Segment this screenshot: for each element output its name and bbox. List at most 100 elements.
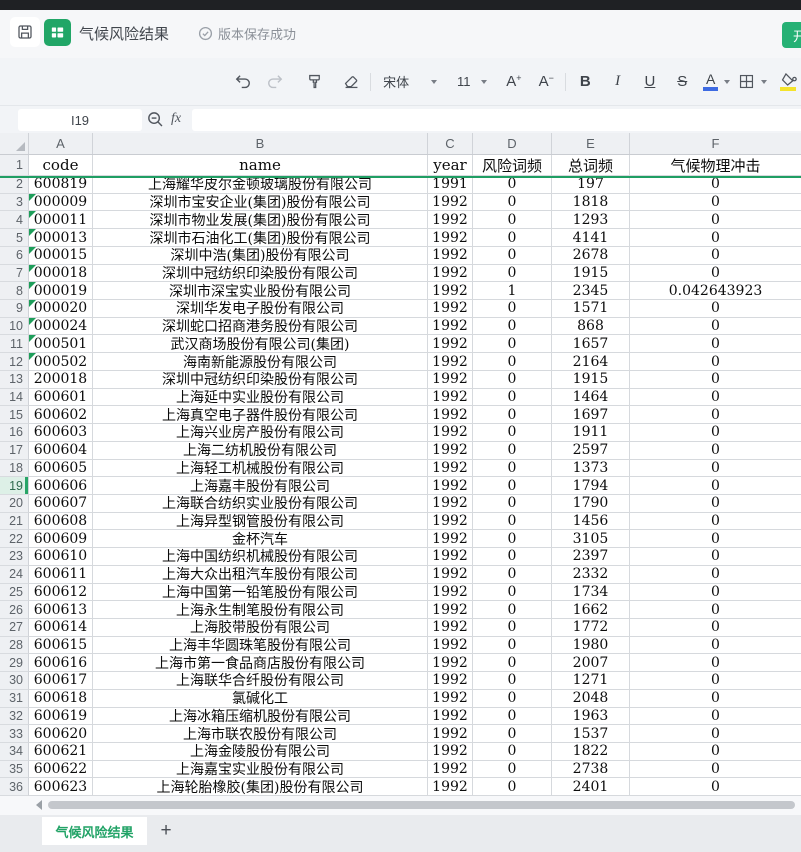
row-header-28[interactable]: 28 bbox=[0, 636, 29, 655]
cell-total[interactable]: 1911 bbox=[552, 424, 630, 442]
cell-total[interactable]: 2007 bbox=[552, 654, 630, 673]
row-header-36[interactable]: 36 bbox=[0, 778, 29, 797]
cell-name[interactable]: 深圳市宝安企业(集团)股份有限公司 bbox=[93, 193, 428, 212]
cell-total[interactable]: 2332 bbox=[552, 565, 630, 584]
cell-total[interactable]: 1915 bbox=[552, 264, 630, 283]
cell-name[interactable]: 深圳市石油化工(集团)股份有限公司 bbox=[93, 229, 428, 247]
format-painter-button[interactable] bbox=[301, 69, 327, 95]
row-header-23[interactable]: 23 bbox=[0, 548, 29, 566]
cell-year[interactable]: 1992 bbox=[428, 211, 473, 230]
cell-risk[interactable]: 0 bbox=[473, 778, 552, 797]
cell-code[interactable]: 600608 bbox=[29, 512, 93, 531]
cell-risk[interactable]: 0 bbox=[473, 459, 552, 478]
cell-risk[interactable]: 0 bbox=[473, 654, 552, 673]
cell-code[interactable]: 600607 bbox=[29, 494, 93, 513]
cell-code[interactable]: 600609 bbox=[29, 530, 93, 549]
increase-font-button[interactable]: A + bbox=[501, 69, 527, 95]
cell-year[interactable]: 1992 bbox=[428, 264, 473, 283]
row-header-5[interactable]: 5 bbox=[0, 229, 29, 247]
cell-year[interactable]: 1992 bbox=[428, 477, 473, 495]
cell-code[interactable]: 600622 bbox=[29, 760, 93, 779]
cell-year[interactable]: 1992 bbox=[428, 424, 473, 442]
row-header-27[interactable]: 27 bbox=[0, 618, 29, 637]
cell-impact[interactable]: 0 bbox=[630, 247, 801, 265]
row-header-33[interactable]: 33 bbox=[0, 725, 29, 743]
cell-total[interactable]: 2678 bbox=[552, 246, 630, 265]
row-header-11[interactable]: 11 bbox=[0, 335, 29, 354]
row-header-31[interactable]: 31 bbox=[0, 689, 29, 708]
cell-year[interactable]: 1992 bbox=[428, 282, 473, 301]
select-all-corner[interactable] bbox=[0, 133, 29, 154]
cell-impact[interactable]: 0 bbox=[630, 584, 801, 602]
cell-impact[interactable]: 0 bbox=[630, 176, 801, 194]
cell-risk[interactable]: 0 bbox=[473, 743, 552, 761]
cell-code[interactable]: 600615 bbox=[29, 636, 93, 655]
cell-name[interactable]: 氯碱化工 bbox=[93, 689, 428, 708]
cell-total[interactable]: 2164 bbox=[552, 353, 630, 371]
cell-year[interactable]: 1992 bbox=[428, 672, 473, 690]
cell-impact[interactable]: 0 bbox=[630, 335, 801, 354]
cell-impact[interactable]: 0 bbox=[630, 619, 801, 637]
cell-name[interactable]: 上海耀华皮尔金顿玻璃股份有限公司 bbox=[93, 176, 428, 194]
cell-impact[interactable]: 0 bbox=[630, 672, 801, 690]
cell-risk[interactable]: 0 bbox=[473, 424, 552, 442]
cell-name[interactable]: 上海延中实业股份有限公司 bbox=[93, 388, 428, 407]
cell-risk[interactable]: 0 bbox=[473, 725, 552, 743]
row-header-29[interactable]: 29 bbox=[0, 654, 29, 673]
font-name-select[interactable]: 宋体 bbox=[377, 69, 443, 95]
cell-code[interactable]: 600601 bbox=[29, 388, 93, 407]
cell-impact[interactable]: 0 bbox=[630, 654, 801, 673]
cell-year[interactable]: 1992 bbox=[428, 689, 473, 708]
cell-code[interactable]: 600616 bbox=[29, 654, 93, 673]
cell-risk[interactable]: 0 bbox=[473, 548, 552, 566]
cell-total[interactable]: 1662 bbox=[552, 601, 630, 619]
cell-name[interactable]: 上海轻工机械股份有限公司 bbox=[93, 459, 428, 478]
column-header-D[interactable]: D bbox=[473, 133, 552, 154]
cell-code[interactable]: 000011 bbox=[29, 211, 93, 230]
cell-code[interactable]: 600606 bbox=[29, 477, 93, 495]
cell-year[interactable]: 1992 bbox=[428, 565, 473, 584]
cell-risk[interactable]: 0 bbox=[473, 193, 552, 212]
row-header-21[interactable]: 21 bbox=[0, 512, 29, 531]
cell-name[interactable]: 深圳蛇口招商港务股份有限公司 bbox=[93, 317, 428, 336]
cell-name[interactable]: 上海真空电子器件股份有限公司 bbox=[93, 406, 428, 425]
cell-name[interactable]: 深圳中冠纺织印染股份有限公司 bbox=[93, 370, 428, 389]
borders-button[interactable] bbox=[738, 69, 768, 95]
cell-impact[interactable]: 0 bbox=[630, 566, 801, 584]
cell-name[interactable]: 上海市第一食品商店股份有限公司 bbox=[93, 654, 428, 673]
share-button[interactable]: 开 bbox=[782, 22, 801, 48]
cell-risk[interactable]: 0 bbox=[473, 530, 552, 549]
cell-year[interactable]: 1992 bbox=[428, 246, 473, 265]
cell-year[interactable]: 1992 bbox=[428, 654, 473, 673]
cell-total[interactable]: 1456 bbox=[552, 512, 630, 531]
cell-total[interactable]: 1657 bbox=[552, 335, 630, 354]
cell-year[interactable]: 1992 bbox=[428, 370, 473, 389]
cell-year[interactable]: 1992 bbox=[428, 548, 473, 566]
header-cell-name[interactable]: name bbox=[93, 155, 428, 176]
cell-year[interactable]: 1992 bbox=[428, 441, 473, 460]
row-header-6[interactable]: 6 bbox=[0, 246, 29, 265]
cell-year[interactable]: 1992 bbox=[428, 406, 473, 425]
cell-total[interactable]: 2401 bbox=[552, 778, 630, 797]
row-header-25[interactable]: 25 bbox=[0, 583, 29, 602]
cell-year[interactable]: 1992 bbox=[428, 743, 473, 761]
cell-impact[interactable]: 0 bbox=[630, 530, 801, 549]
cell-year[interactable]: 1992 bbox=[428, 317, 473, 336]
row-header-16[interactable]: 16 bbox=[0, 424, 29, 442]
cell-year[interactable]: 1992 bbox=[428, 601, 473, 619]
cell-name[interactable]: 上海二纺机股份有限公司 bbox=[93, 441, 428, 460]
cell-impact[interactable]: 0 bbox=[630, 460, 801, 478]
cell-name[interactable]: 上海胶带股份有限公司 bbox=[93, 618, 428, 637]
cell-code[interactable]: 600819 bbox=[29, 176, 93, 194]
cell-total[interactable]: 1794 bbox=[552, 477, 630, 495]
formula-input[interactable] bbox=[192, 109, 801, 131]
cell-total[interactable]: 1734 bbox=[552, 583, 630, 602]
cell-risk[interactable]: 0 bbox=[473, 494, 552, 513]
cell-name[interactable]: 上海嘉丰股份有限公司 bbox=[93, 477, 428, 495]
cell-impact[interactable]: 0.042643923 bbox=[630, 282, 801, 301]
font-color-button[interactable]: A bbox=[703, 69, 731, 95]
cell-impact[interactable]: 0 bbox=[630, 690, 801, 708]
cell-name[interactable]: 上海异型钢管股份有限公司 bbox=[93, 512, 428, 531]
cell-impact[interactable]: 0 bbox=[630, 265, 801, 283]
cell-year[interactable]: 1991 bbox=[428, 176, 473, 194]
